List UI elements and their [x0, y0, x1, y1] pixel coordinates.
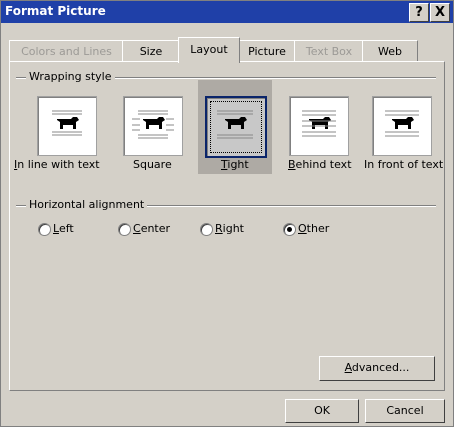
dialog-title: Format Picture [5, 4, 106, 18]
radio-right-label: Right [215, 222, 244, 235]
radio-dot [287, 227, 292, 232]
label-text: ight [222, 222, 244, 235]
radio-other-label: Other [298, 222, 329, 235]
button-label: dvanced... [351, 361, 410, 374]
radio-right[interactable] [200, 223, 213, 236]
radio-other[interactable] [283, 223, 296, 236]
close-button[interactable]: X [430, 3, 450, 22]
tight-wrap-icon [217, 110, 253, 139]
label-text: ther [306, 222, 330, 235]
label-text: enter [140, 222, 171, 235]
ok-button[interactable]: OK [285, 399, 359, 423]
label-text: eft [58, 222, 74, 235]
radio-left-label: Left [53, 222, 74, 235]
wrap-square-button[interactable] [123, 96, 183, 156]
mnemonic: C [133, 222, 141, 235]
wrap-behind-text-button[interactable] [289, 96, 349, 156]
label-text: n line with text [17, 158, 100, 171]
radio-center[interactable] [118, 223, 131, 236]
tab-layout[interactable]: Layout [178, 37, 240, 63]
format-picture-dialog: Format Picture ? X Colors and Lines Size… [0, 0, 454, 427]
wrap-in-front-button[interactable] [372, 96, 432, 156]
help-button[interactable]: ? [409, 3, 429, 22]
wrap-inline-button[interactable] [37, 96, 97, 156]
mnemonic: O [298, 222, 307, 235]
title-bar[interactable]: Format Picture ? X [1, 1, 453, 23]
mnemonic: A [344, 361, 352, 374]
tab-text-box[interactable]: Text Box [294, 40, 364, 62]
wrap-in-front-label[interactable]: In front of text [364, 158, 443, 171]
wrap-inline-label[interactable]: In line with text [14, 158, 100, 171]
mnemonic: B [288, 158, 296, 171]
advanced-button[interactable]: Advanced... [319, 356, 435, 381]
tab-picture[interactable]: Picture [238, 40, 296, 62]
horizontal-alignment-label: Horizontal alignment [26, 198, 148, 211]
cancel-button[interactable]: Cancel [365, 399, 445, 423]
behind-text-wrap-icon [302, 110, 336, 137]
wrap-tight-label[interactable]: Tight [221, 158, 249, 171]
layout-panel: Wrapping style In line with text Square … [9, 61, 445, 391]
tab-colors-and-lines[interactable]: Colors and Lines [9, 40, 124, 62]
inline-wrap-icon [52, 110, 82, 136]
in-front-of-text-wrap-icon [385, 110, 419, 137]
mnemonic: R [215, 222, 223, 235]
label-text: ight [227, 158, 249, 171]
radio-left[interactable] [38, 223, 51, 236]
wrap-tight-button[interactable] [205, 96, 267, 158]
label-text: ehind text [295, 158, 352, 171]
radio-center-label: Center [133, 222, 170, 235]
square-wrap-icon [132, 110, 174, 139]
tab-web[interactable]: Web [362, 40, 418, 62]
wrap-behind-label[interactable]: Behind text [288, 158, 352, 171]
wrap-square-label[interactable]: Square [133, 158, 172, 171]
tab-size[interactable]: Size [122, 40, 180, 62]
wrapping-style-label: Wrapping style [26, 70, 115, 83]
